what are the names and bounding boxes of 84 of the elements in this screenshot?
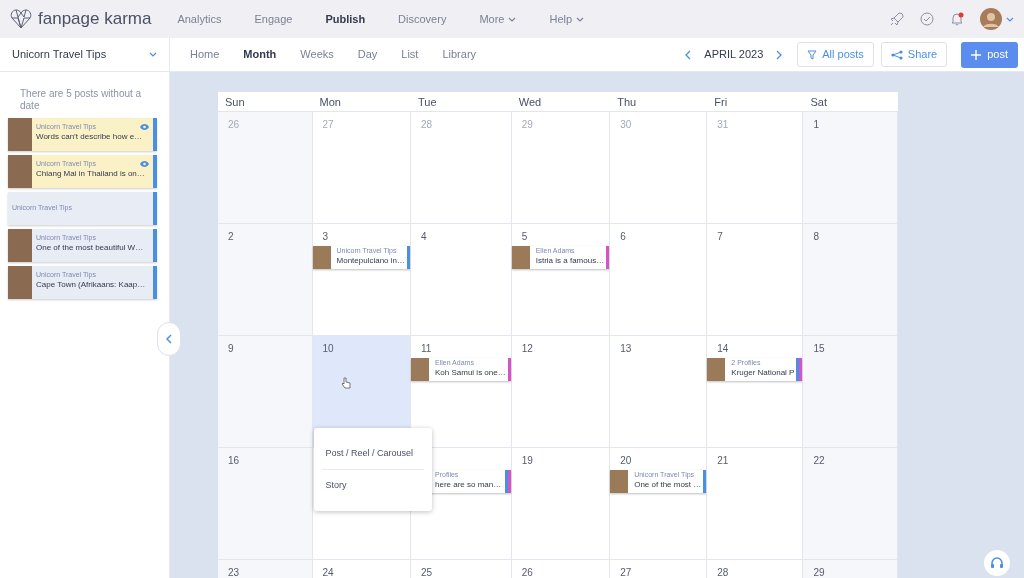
- day-cell[interactable]: 21: [707, 448, 804, 560]
- day-cell[interactable]: 16: [218, 448, 313, 560]
- chevron-left-icon: [165, 334, 173, 344]
- day-number: 23: [227, 566, 241, 578]
- day-cell[interactable]: 23: [218, 560, 313, 578]
- collapse-button[interactable]: [157, 322, 181, 356]
- chevron-down-icon: [1006, 16, 1014, 22]
- photo-placeholder: [610, 470, 629, 493]
- undated-posts-notice: There are 5 posts without a date: [19, 88, 143, 112]
- help-button[interactable]: [984, 550, 1010, 576]
- day-number: 13: [619, 342, 633, 355]
- day-number: 29: [520, 118, 534, 131]
- view-tab[interactable]: Month: [243, 46, 277, 63]
- day-number: 30: [619, 118, 633, 131]
- day-number: 16: [227, 454, 241, 467]
- view-tab[interactable]: Home: [190, 46, 220, 63]
- view-tab[interactable]: Library: [442, 46, 477, 63]
- day-number: 31: [716, 118, 730, 131]
- day-number: 24: [321, 566, 335, 578]
- day-number: 19: [520, 454, 534, 467]
- view-tab[interactable]: List: [401, 46, 419, 63]
- day-number: 9: [227, 342, 235, 355]
- check-circle-icon[interactable]: [920, 12, 934, 26]
- day-number: 21: [716, 454, 730, 467]
- avatar-icon[interactable]: [980, 8, 1002, 30]
- nav-item[interactable]: Analytics: [177, 10, 222, 28]
- day-cell[interactable]: 13: [610, 336, 708, 448]
- day-cell[interactable]: 19: [511, 448, 611, 560]
- day-cell[interactable]: 2: [218, 224, 313, 336]
- photo-placeholder: [411, 358, 429, 381]
- day-number: 5: [520, 230, 529, 243]
- day-cell[interactable]: 7: [707, 224, 804, 336]
- day-number: 8: [812, 230, 821, 243]
- day-number: 26: [227, 118, 241, 131]
- bell-icon[interactable]: [950, 12, 964, 26]
- nav-item[interactable]: Discovery: [398, 10, 447, 28]
- day-number: 27: [619, 566, 633, 578]
- view-tab[interactable]: Weeks: [300, 46, 334, 63]
- nav-item[interactable]: More: [479, 10, 517, 28]
- day-number: 10: [321, 342, 335, 355]
- day-number: 25: [420, 566, 434, 578]
- day-number: 22: [812, 454, 826, 467]
- filter-icon: [807, 49, 818, 60]
- share-icon: [890, 49, 903, 60]
- day-number: 3: [321, 230, 330, 243]
- day-cell[interactable]: 6: [610, 224, 708, 336]
- day-number: 2: [227, 230, 235, 243]
- day-number: 1: [812, 118, 821, 131]
- day-number: 7: [716, 230, 724, 243]
- day-number: 26: [520, 566, 534, 578]
- plus-icon: [971, 49, 982, 60]
- photo-placeholder: [707, 358, 726, 381]
- day-cell[interactable]: 29: [803, 560, 898, 578]
- nav-item[interactable]: Engage: [254, 10, 293, 28]
- day-cell[interactable]: 9: [218, 336, 313, 448]
- day-cell[interactable]: 22: [803, 448, 898, 560]
- logo-icon: [10, 9, 32, 29]
- rocket-icon[interactable]: [890, 12, 904, 26]
- day-cell[interactable]: 12: [511, 336, 611, 448]
- view-tab[interactable]: Day: [357, 46, 378, 63]
- logo-text: fanpage karma: [38, 8, 152, 31]
- day-cell[interactable]: 15: [803, 336, 898, 448]
- day-cell[interactable]: 4: [411, 224, 512, 336]
- day-number: 27: [321, 118, 335, 131]
- period-label: APRIL 2023: [704, 47, 764, 63]
- day-cell[interactable]: 1: [803, 112, 898, 224]
- day-number: 15: [812, 342, 826, 355]
- day-number: 11: [420, 342, 433, 355]
- pointer-hand-icon: [340, 377, 351, 389]
- day-number: 4: [420, 230, 428, 243]
- filter-button[interactable]: All posts: [797, 42, 874, 67]
- day-number: 28: [420, 118, 434, 131]
- day-number: 20: [619, 454, 633, 467]
- headset-icon: [990, 556, 1004, 570]
- day-number: 14: [716, 342, 730, 355]
- day-number: 28: [716, 566, 730, 578]
- chevron-down-icon: [149, 52, 157, 57]
- chevron-left-icon[interactable]: [684, 49, 693, 60]
- day-number: 29: [812, 566, 826, 578]
- day-number: 12: [520, 342, 534, 355]
- nav-item[interactable]: Publish: [325, 10, 366, 28]
- day-cell[interactable]: 8: [803, 224, 898, 336]
- day-number: 6: [619, 230, 627, 243]
- chevron-right-icon[interactable]: [775, 49, 784, 60]
